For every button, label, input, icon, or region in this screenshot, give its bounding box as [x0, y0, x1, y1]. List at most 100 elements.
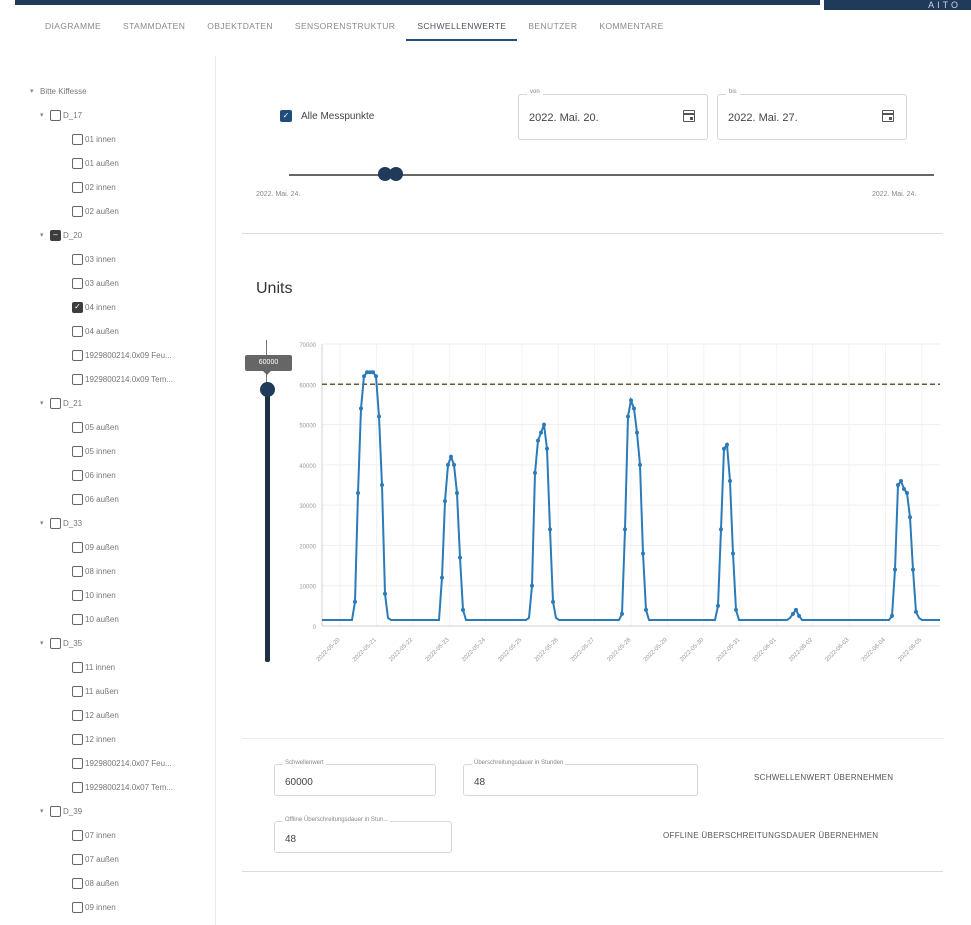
checkbox-icon[interactable]: [50, 397, 61, 409]
tree-item[interactable]: 08 außen: [72, 873, 119, 893]
tree-group[interactable]: ▾ D_17: [40, 105, 82, 125]
tree-group[interactable]: ▾ D_21: [40, 393, 82, 413]
tree-item[interactable]: 01 innen: [72, 129, 116, 149]
tree-item[interactable]: 06 außen: [72, 489, 119, 509]
tree-item[interactable]: 02 außen: [72, 201, 119, 221]
checkbox-icon[interactable]: [72, 445, 83, 457]
expand-caret-icon[interactable]: ▾: [40, 231, 50, 239]
checkbox-icon[interactable]: [50, 517, 61, 529]
checkbox-icon[interactable]: [72, 421, 83, 433]
checkbox-icon[interactable]: [72, 493, 83, 505]
date-range-end-handle[interactable]: [389, 167, 403, 181]
to-date-field[interactable]: bis 2022. Mai. 27.: [717, 89, 907, 140]
checkbox-icon[interactable]: [72, 853, 83, 865]
threshold-field-value[interactable]: 60000: [285, 777, 313, 788]
checkbox-icon[interactable]: ✓: [72, 301, 83, 313]
tree-item[interactable]: 09 außen: [72, 537, 119, 557]
duration-field-value[interactable]: 48: [474, 777, 485, 788]
tab-benutzer[interactable]: Benutzer: [517, 15, 588, 41]
tree-item[interactable]: 03 innen: [72, 249, 116, 269]
checkbox-icon[interactable]: [72, 613, 83, 625]
checkbox-icon[interactable]: [72, 133, 83, 145]
checkbox-icon[interactable]: –: [50, 229, 61, 241]
tree-item[interactable]: 11 innen: [72, 657, 115, 677]
tab-diagramme[interactable]: Diagramme: [34, 15, 112, 41]
tree-item[interactable]: 1929800214.0x09 Tem...: [72, 369, 173, 389]
checkbox-checked-icon[interactable]: ✓: [280, 110, 292, 122]
checkbox-icon[interactable]: [72, 781, 83, 793]
checkbox-icon[interactable]: [50, 637, 61, 649]
offline-duration-value[interactable]: 48: [285, 834, 296, 845]
tree-item[interactable]: 1929800214.0x07 Feu...: [72, 753, 172, 773]
expand-caret-icon[interactable]: ▾: [40, 639, 50, 647]
tree-item[interactable]: 07 innen: [72, 825, 116, 845]
from-date-value[interactable]: 2022. Mai. 20.: [529, 112, 599, 124]
tree-item[interactable]: 1929800214.0x07 Tem...: [72, 777, 173, 797]
checkbox-icon[interactable]: [72, 373, 83, 385]
checkbox-icon[interactable]: [72, 685, 83, 697]
checkbox-icon[interactable]: [72, 661, 83, 673]
tab-stammdaten[interactable]: Stammdaten: [112, 15, 196, 41]
checkbox-icon[interactable]: [72, 733, 83, 745]
to-date-value[interactable]: 2022. Mai. 27.: [728, 112, 798, 124]
expand-caret-icon[interactable]: ▾: [40, 399, 50, 407]
checkbox-icon[interactable]: [72, 565, 83, 577]
expand-caret-icon[interactable]: ▾: [40, 111, 50, 119]
checkbox-icon[interactable]: [50, 805, 61, 817]
tab-schwellenwerte[interactable]: Schwellenwerte: [406, 15, 518, 41]
checkbox-icon[interactable]: [72, 181, 83, 193]
checkbox-icon[interactable]: [72, 829, 83, 841]
offline-duration-field[interactable]: Offline Überschreitungsdauer in Stun... …: [274, 817, 452, 853]
tree-group[interactable]: ▾ D_35: [40, 633, 82, 653]
checkbox-icon[interactable]: [72, 205, 83, 217]
apply-threshold-button[interactable]: Schwellenwert übernehmen: [754, 773, 893, 782]
checkbox-icon[interactable]: [50, 109, 61, 121]
tree-item[interactable]: 03 außen: [72, 273, 119, 293]
tree-item[interactable]: 12 innen: [72, 729, 116, 749]
tab-objektdaten[interactable]: Objektdaten: [196, 15, 284, 41]
tree-group[interactable]: ▾ D_33: [40, 513, 82, 533]
expand-caret-icon[interactable]: ▾: [40, 807, 50, 815]
tree-item[interactable]: 10 außen: [72, 609, 119, 629]
checkbox-icon[interactable]: [72, 325, 83, 337]
checkbox-icon[interactable]: [72, 349, 83, 361]
calendar-icon[interactable]: [683, 110, 695, 122]
checkbox-icon[interactable]: [72, 541, 83, 553]
tree-group[interactable]: ▾ – D_20: [40, 225, 82, 245]
tab-sensorenstruktur[interactable]: Sensorenstruktur: [284, 15, 406, 41]
expand-caret-icon[interactable]: ▾: [30, 87, 40, 95]
tree-root[interactable]: ▾ Bitte Kiffesse: [30, 81, 87, 101]
tree-item[interactable]: 02 innen: [72, 177, 116, 197]
tree-item[interactable]: ✓ 04 innen: [72, 297, 116, 317]
checkbox-icon[interactable]: [72, 709, 83, 721]
tree-item[interactable]: 04 außen: [72, 321, 119, 341]
duration-field[interactable]: Überschreitungsdauer in Stunden 48: [463, 760, 698, 796]
tree-item[interactable]: 11 außen: [72, 681, 118, 701]
apply-offline-duration-button[interactable]: Offline Überschreitungsdauer übernehmen: [663, 831, 878, 840]
tree-item[interactable]: 12 außen: [72, 705, 119, 725]
all-points-checkbox[interactable]: ✓ Alle Messpunkte: [280, 110, 374, 122]
tab-kommentare[interactable]: Kommentare: [588, 15, 674, 41]
checkbox-icon[interactable]: [72, 157, 83, 169]
tree-item[interactable]: 10 innen: [72, 585, 116, 605]
from-date-field[interactable]: von 2022. Mai. 20.: [518, 89, 708, 140]
checkbox-icon[interactable]: [72, 469, 83, 481]
tree-item[interactable]: 05 außen: [72, 417, 119, 437]
checkbox-icon[interactable]: [72, 901, 83, 913]
tree-item[interactable]: 05 innen: [72, 441, 116, 461]
checkbox-icon[interactable]: [72, 253, 83, 265]
threshold-field[interactable]: Schwellenwert 60000: [274, 760, 436, 796]
tree-item[interactable]: 1929800214.0x09 Feu...: [72, 345, 172, 365]
tree-item[interactable]: 09 innen: [72, 897, 116, 917]
tree-item[interactable]: 01 außen: [72, 153, 119, 173]
tree-item[interactable]: 08 innen: [72, 561, 116, 581]
tree-item[interactable]: 06 innen: [72, 465, 116, 485]
threshold-slider-track[interactable]: [265, 390, 270, 662]
expand-caret-icon[interactable]: ▾: [40, 519, 50, 527]
checkbox-icon[interactable]: [72, 757, 83, 769]
checkbox-icon[interactable]: [72, 277, 83, 289]
tree-item[interactable]: 07 außen: [72, 849, 119, 869]
checkbox-icon[interactable]: [72, 589, 83, 601]
tree-group[interactable]: ▾ D_39: [40, 801, 82, 821]
calendar-icon[interactable]: [882, 110, 894, 122]
